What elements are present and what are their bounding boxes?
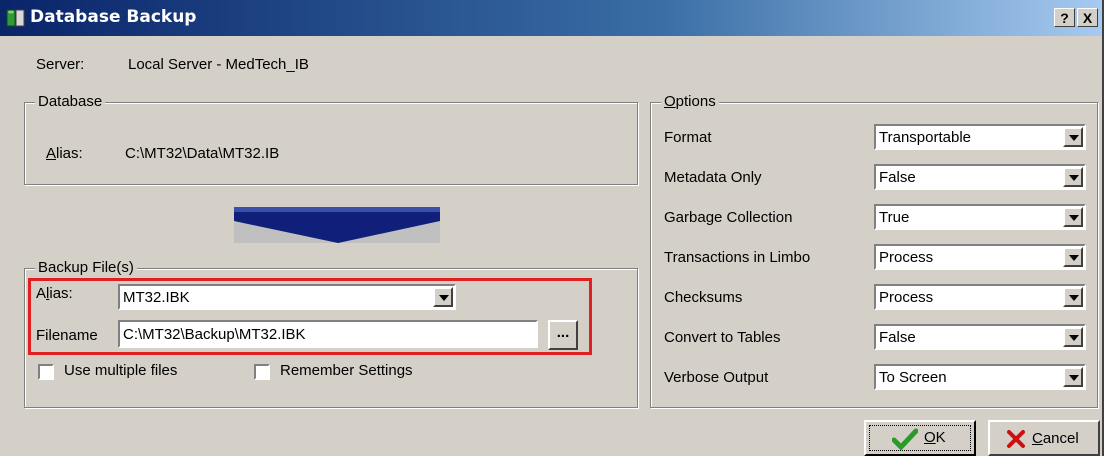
server-label: Server: <box>36 56 85 73</box>
options-group-label: Options <box>661 93 719 110</box>
backup-alias-value: MT32.IBK <box>123 289 190 306</box>
database-alias-value: C:\MT32\Data\MT32.IB <box>125 145 280 162</box>
server-value: Local Server - MedTech_IB <box>128 56 309 73</box>
x-icon <box>1007 430 1025 448</box>
ok-label: OK <box>924 429 946 446</box>
option-combo[interactable]: To Screen <box>874 364 1086 390</box>
option-value: True <box>879 209 910 226</box>
filename-value: C:\MT32\Backup\MT32.IBK <box>123 326 306 343</box>
option-combo[interactable]: False <box>874 324 1086 350</box>
option-value: To Screen <box>879 369 947 386</box>
option-combo[interactable]: Process <box>874 284 1086 310</box>
database-alias-label: Alias: <box>46 145 83 162</box>
browse-button[interactable]: ... <box>548 320 578 350</box>
check-icon <box>892 428 918 450</box>
database-group-label: Database <box>35 93 106 110</box>
backup-alias-label: Alias: <box>36 285 73 302</box>
option-value: Process <box>879 289 934 306</box>
database-group: Database <box>24 93 638 185</box>
option-label: Format <box>664 129 712 146</box>
down-arrow-icon <box>234 207 440 243</box>
remember-settings-label: Remember Settings <box>280 362 413 379</box>
backup-files-group-label: Backup File(s) <box>35 259 137 276</box>
chevron-down-icon[interactable] <box>1063 207 1083 227</box>
option-combo[interactable]: False <box>874 164 1086 190</box>
option-label: Convert to Tables <box>664 329 781 346</box>
option-value: Transportable <box>879 129 971 146</box>
database-backup-dialog: Database Backup ? X Server: Local Server… <box>0 0 1104 456</box>
chevron-down-icon[interactable] <box>1063 287 1083 307</box>
option-combo[interactable]: Transportable <box>874 124 1086 150</box>
database-alias-label-text: lias: <box>56 145 83 162</box>
database-app-icon <box>6 9 25 27</box>
option-label: Verbose Output <box>664 369 769 386</box>
option-value: False <box>879 169 916 186</box>
help-button[interactable]: ? <box>1054 8 1075 27</box>
ok-button[interactable]: OK <box>864 420 976 456</box>
filename-input[interactable]: C:\MT32\Backup\MT32.IBK <box>118 320 538 348</box>
chevron-down-icon[interactable] <box>1063 127 1083 147</box>
remember-settings-checkbox[interactable] <box>254 364 270 380</box>
cancel-button[interactable]: Cancel <box>988 420 1100 456</box>
filename-label: Filename <box>36 327 98 344</box>
backup-alias-combo[interactable]: MT32.IBK <box>118 284 456 310</box>
use-multiple-files-label: Use multiple files <box>64 362 178 379</box>
chevron-down-icon[interactable] <box>1063 327 1083 347</box>
option-label: Checksums <box>664 289 743 306</box>
option-combo[interactable]: True <box>874 204 1086 230</box>
chevron-down-icon[interactable] <box>1063 247 1083 267</box>
close-button[interactable]: X <box>1077 8 1098 27</box>
use-multiple-files-checkbox[interactable] <box>38 364 54 380</box>
option-label: Transactions in Limbo <box>664 249 811 266</box>
chevron-down-icon[interactable] <box>1063 367 1083 387</box>
chevron-down-icon[interactable] <box>1063 167 1083 187</box>
option-combo[interactable]: Process <box>874 244 1086 270</box>
cancel-label: Cancel <box>1032 430 1079 447</box>
option-value: False <box>879 329 916 346</box>
option-label: Metadata Only <box>664 169 762 186</box>
option-value: Process <box>879 249 934 266</box>
option-label: Garbage Collection <box>664 209 793 226</box>
window-title: Database Backup <box>30 7 197 27</box>
chevron-down-icon[interactable] <box>433 287 453 307</box>
title-bar[interactable]: Database Backup ? X <box>0 0 1102 36</box>
